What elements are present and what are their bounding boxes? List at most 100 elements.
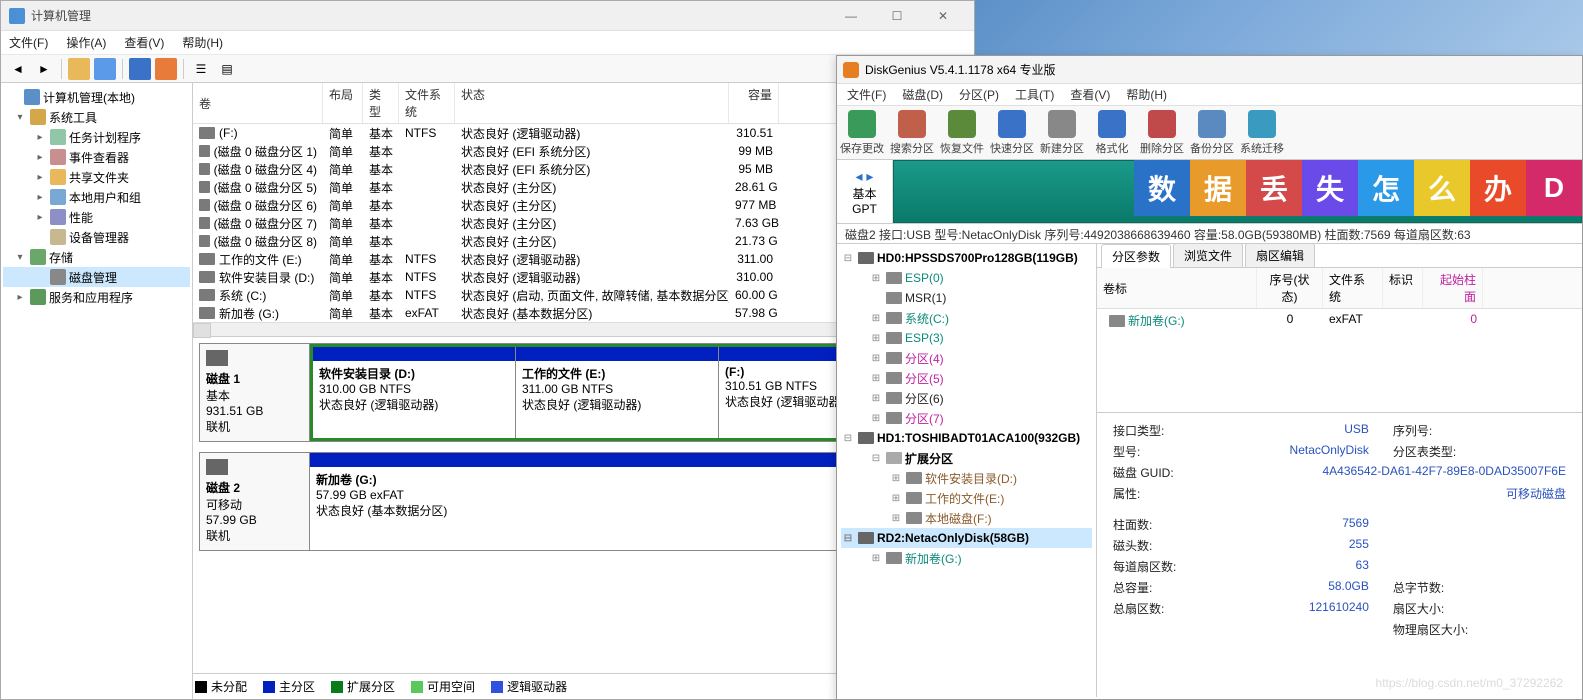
horizontal-scrollbar[interactable] [193, 322, 931, 336]
dg-menu-view[interactable]: 查看(V) [1070, 86, 1110, 103]
col-layout[interactable]: 布局 [323, 83, 363, 123]
detail-icon[interactable]: ▤ [216, 58, 238, 80]
tree-event[interactable]: ▸事件查看器 [3, 147, 190, 167]
tree-share[interactable]: ▸共享文件夹 [3, 167, 190, 187]
col-capacity[interactable]: 容量 [729, 83, 779, 123]
back-button[interactable]: ◄ [7, 58, 29, 80]
dgt-msr1[interactable]: MSR(1) [841, 288, 1092, 308]
dg-menu-disk[interactable]: 磁盘(D) [902, 86, 943, 103]
partition[interactable]: 工作的文件 (E:)311.00 GB NTFS状态良好 (逻辑驱动器) [516, 347, 719, 438]
dgt-g[interactable]: ⊞新加卷(G:) [841, 548, 1092, 568]
tree-perf[interactable]: ▸性能 [3, 207, 190, 227]
cm-tree[interactable]: 计算机管理(本地) ▾系统工具 ▸任务计划程序 ▸事件查看器 ▸共享文件夹 ▸本… [1, 83, 193, 699]
tab-partition-params[interactable]: 分区参数 [1101, 244, 1171, 268]
table-row[interactable]: (磁盘 0 磁盘分区 4)简单基本状态良好 (EFI 系统分区)95 MB [193, 160, 931, 178]
menu-file[interactable]: 文件(F) [9, 34, 48, 51]
banner-char[interactable]: 么 [1414, 160, 1470, 216]
nav-arrows-icon[interactable]: ◂ ▸ [856, 168, 874, 185]
list-icon[interactable]: ☰ [190, 58, 212, 80]
banner-char[interactable]: 办 [1470, 160, 1526, 216]
col-volume[interactable]: 卷 [193, 83, 323, 123]
tree-diskmgmt[interactable]: 磁盘管理 [3, 267, 190, 287]
pt-col-seq[interactable]: 序号(状态) [1257, 268, 1323, 308]
dgt-f[interactable]: ⊞本地磁盘(F:) [841, 508, 1092, 528]
banner-char[interactable]: 据 [1190, 160, 1246, 216]
pt-col-fs[interactable]: 文件系统 [1323, 268, 1383, 308]
dgt-p4[interactable]: ⊞分区(4) [841, 348, 1092, 368]
dg-toolbar-备份分区[interactable]: 备份分区 [1187, 108, 1237, 158]
table-row[interactable]: 新加卷 (G:)简单基本exFAT状态良好 (基本数据分区)57.98 G [193, 304, 931, 322]
dgt-esp3[interactable]: ⊞ESP(3) [841, 328, 1092, 348]
tree-root[interactable]: 计算机管理(本地) [3, 87, 190, 107]
view-icon[interactable] [94, 58, 116, 80]
menu-help[interactable]: 帮助(H) [182, 34, 223, 51]
cm-titlebar[interactable]: 计算机管理 — ☐ ✕ [1, 1, 974, 31]
banner-char[interactable]: 失 [1302, 160, 1358, 216]
forward-button[interactable]: ► [33, 58, 55, 80]
disk-2[interactable]: 磁盘 2 可移动 57.99 GB 联机 新加卷 (G:)57.99 GB ex… [199, 452, 925, 551]
disk-1[interactable]: 磁盘 1 基本 931.51 GB 联机 软件安装目录 (D:)310.00 G… [199, 343, 925, 442]
table-row[interactable]: (磁盘 0 磁盘分区 6)简单基本状态良好 (主分区)977 MB [193, 196, 931, 214]
pt-col-cyl[interactable]: 起始柱面 [1423, 268, 1483, 308]
table-row[interactable]: (磁盘 0 磁盘分区 7)简单基本状态良好 (主分区)7.63 GB [193, 214, 931, 232]
dgt-ext[interactable]: ⊟扩展分区 [841, 448, 1092, 468]
dgt-e[interactable]: ⊞工作的文件(E:) [841, 488, 1092, 508]
dgt-hd0[interactable]: ⊟HD0:HPSSDS700Pro128GB(119GB) [841, 248, 1092, 268]
dgt-hd1[interactable]: ⊟HD1:TOSHIBADT01ACA100(932GB) [841, 428, 1092, 448]
dg-diskbar-nav[interactable]: ◂ ▸ 基本 GPT [837, 160, 893, 223]
menu-action[interactable]: 操作(A) [66, 34, 106, 51]
refresh-icon[interactable] [68, 58, 90, 80]
partition-table[interactable]: 卷标 序号(状态) 文件系统 标识 起始柱面 新加卷(G:) 0 exFAT 0 [1097, 268, 1582, 413]
pt-col-id[interactable]: 标识 [1383, 268, 1423, 308]
banner-char[interactable]: 数 [1134, 160, 1190, 216]
dg-tree[interactable]: ⊟HD0:HPSSDS700Pro128GB(119GB) ⊞ESP(0) MS… [837, 244, 1097, 697]
table-row[interactable]: (磁盘 0 磁盘分区 1)简单基本状态良好 (EFI 系统分区)99 MB [193, 142, 931, 160]
dgt-esp0[interactable]: ⊞ESP(0) [841, 268, 1092, 288]
dg-toolbar-恢复文件[interactable]: 恢复文件 [937, 108, 987, 158]
col-status[interactable]: 状态 [455, 83, 729, 123]
dg-menu-help[interactable]: 帮助(H) [1126, 86, 1167, 103]
dg-menu-partition[interactable]: 分区(P) [959, 86, 999, 103]
tree-users[interactable]: ▸本地用户和组 [3, 187, 190, 207]
dg-toolbar-搜索分区[interactable]: 搜索分区 [887, 108, 937, 158]
help-icon[interactable] [129, 58, 151, 80]
pt-col-label[interactable]: 卷标 [1097, 268, 1257, 308]
tree-task[interactable]: ▸任务计划程序 [3, 127, 190, 147]
dg-titlebar[interactable]: DiskGenius V5.4.1.1178 x64 专业版 [837, 56, 1582, 84]
tree-systools[interactable]: ▾系统工具 [3, 107, 190, 127]
partition[interactable]: 新加卷 (G:)57.99 GB exFAT状态良好 (基本数据分区) [310, 453, 924, 550]
table-row[interactable]: 软件安装目录 (D:)简单基本NTFS状态良好 (逻辑驱动器)310.00 [193, 268, 931, 286]
dg-banner[interactable]: 数据丢失怎么办D [1134, 160, 1582, 216]
minimize-button[interactable]: — [828, 2, 874, 30]
options-icon[interactable] [155, 58, 177, 80]
banner-char[interactable]: 丢 [1246, 160, 1302, 216]
tree-dev[interactable]: 设备管理器 [3, 227, 190, 247]
disk-graph-pane[interactable]: 磁盘 1 基本 931.51 GB 联机 软件安装目录 (D:)310.00 G… [193, 336, 931, 673]
pt-row-g[interactable]: 新加卷(G:) 0 exFAT 0 [1097, 309, 1582, 332]
menu-view[interactable]: 查看(V) [124, 34, 164, 51]
dgt-sysc[interactable]: ⊞系统(C:) [841, 308, 1092, 328]
volume-table-header[interactable]: 卷 布局 类型 文件系统 状态 容量 [193, 83, 931, 124]
dg-toolbar-快速分区[interactable]: 快速分区 [987, 108, 1037, 158]
tree-services[interactable]: ▸服务和应用程序 [3, 287, 190, 307]
banner-char[interactable]: D [1526, 160, 1582, 216]
dg-menu-tools[interactable]: 工具(T) [1015, 86, 1054, 103]
partition[interactable]: 软件安装目录 (D:)310.00 GB NTFS状态良好 (逻辑驱动器) [313, 347, 516, 438]
maximize-button[interactable]: ☐ [874, 2, 920, 30]
tab-browse-files[interactable]: 浏览文件 [1173, 244, 1243, 267]
dgt-d[interactable]: ⊞软件安装目录(D:) [841, 468, 1092, 488]
dg-toolbar-删除分区[interactable]: 删除分区 [1137, 108, 1187, 158]
dgt-p6[interactable]: ⊞分区(6) [841, 388, 1092, 408]
banner-char[interactable]: 怎 [1358, 160, 1414, 216]
dg-toolbar-格式化[interactable]: 格式化 [1087, 108, 1137, 158]
close-button[interactable]: ✕ [920, 2, 966, 30]
col-fs[interactable]: 文件系统 [399, 83, 455, 123]
dg-toolbar-新建分区[interactable]: 新建分区 [1037, 108, 1087, 158]
table-row[interactable]: (磁盘 0 磁盘分区 5)简单基本状态良好 (主分区)28.61 G [193, 178, 931, 196]
dgt-p7[interactable]: ⊞分区(7) [841, 408, 1092, 428]
table-row[interactable]: 系统 (C:)简单基本NTFS状态良好 (启动, 页面文件, 故障转储, 基本数… [193, 286, 931, 304]
table-row[interactable]: (F:)简单基本NTFS状态良好 (逻辑驱动器)310.51 [193, 124, 931, 142]
dg-toolbar-保存更改[interactable]: 保存更改 [837, 108, 887, 158]
dgt-rd2[interactable]: ⊟RD2:NetacOnlyDisk(58GB) [841, 528, 1092, 548]
tree-storage[interactable]: ▾存储 [3, 247, 190, 267]
